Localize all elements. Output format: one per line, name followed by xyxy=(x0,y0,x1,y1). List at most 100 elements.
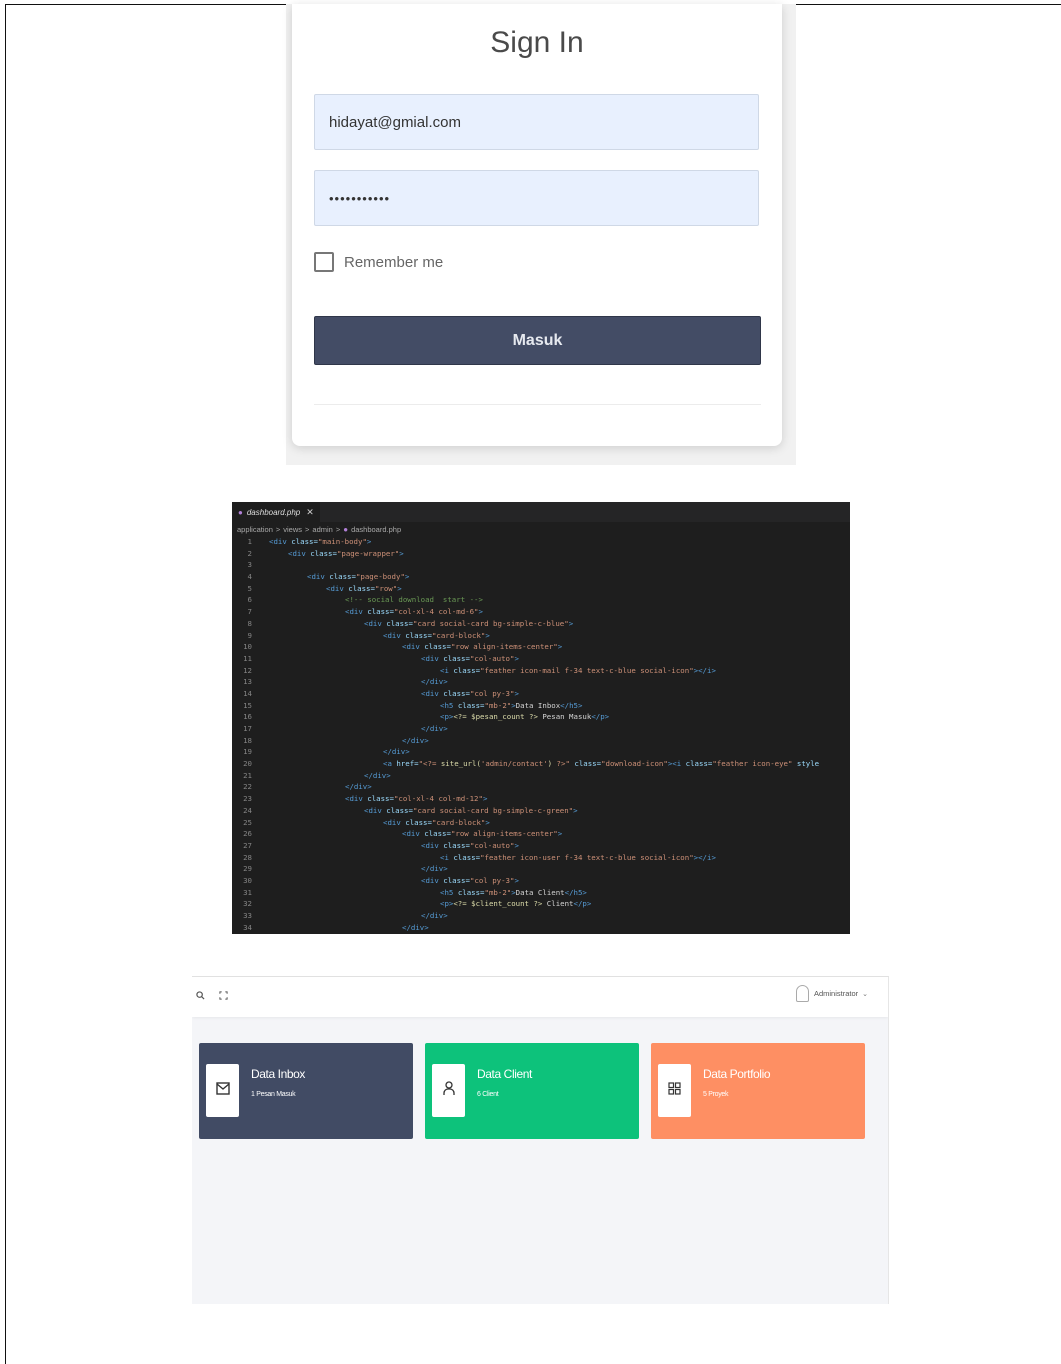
breadcrumb-item[interactable]: application xyxy=(237,525,273,534)
code-token: > xyxy=(514,840,519,850)
password-field[interactable]: ••••••••••• xyxy=(314,170,759,226)
code-line: 4 <div class="page-body"> xyxy=(232,571,850,583)
code-line: 27 <div class="col-auto"> xyxy=(232,840,850,852)
avatar xyxy=(795,985,809,1002)
code-text: </div> xyxy=(269,910,448,922)
code-line: 8 <div class="card social-card bg-simple-… xyxy=(232,618,850,630)
line-number: 13 xyxy=(243,677,252,687)
code-token: > xyxy=(485,630,490,640)
code-text: <p><?= $pesan_count ?> Pesan Masuk</p> xyxy=(269,711,609,723)
line-number: 32 xyxy=(243,899,252,909)
code-text: <h5 class="mb-2">Data Inbox</h5> xyxy=(269,700,582,712)
code-line: 31 <h5 class="mb-2">Data Client</h5> xyxy=(232,887,850,899)
breadcrumb-item[interactable]: dashboard.php xyxy=(351,525,401,534)
code-token: ><i xyxy=(667,759,686,769)
search-icon[interactable] xyxy=(196,991,205,1003)
code-token: > xyxy=(482,794,488,804)
code-text: </div> xyxy=(269,746,410,758)
card-title: Data Portfolio xyxy=(703,1067,771,1081)
code-line: 1 <div class="main-body"> xyxy=(232,536,850,548)
code-text: <div class="col-xl-4 col-md-6"> xyxy=(269,606,483,618)
card-title: Data Client xyxy=(477,1067,532,1081)
card-subtitle: 1 Pesan Masuk xyxy=(251,1091,296,1098)
close-icon[interactable]: ✕ xyxy=(306,507,314,518)
code-token: </div> xyxy=(421,864,448,874)
code-token: "card-block" xyxy=(431,817,486,827)
code-token: <div xyxy=(269,537,292,546)
code-token: > xyxy=(557,642,563,652)
breadcrumb-item[interactable]: admin xyxy=(312,525,332,534)
code-line: 33 </div> xyxy=(232,910,850,922)
code-token: "col-auto" xyxy=(469,653,515,663)
code-token: "row" xyxy=(374,583,398,593)
card-data-inbox[interactable]: Data Inbox 1 Pesan Masuk xyxy=(199,1043,413,1139)
code-token: <div xyxy=(421,875,444,885)
code-area[interactable]: 1 <div class="main-body"> 2 <div class="pag… xyxy=(232,536,850,933)
code-token: class= xyxy=(329,572,356,582)
code-token: "row align-items-center" xyxy=(450,642,558,652)
code-token: style xyxy=(792,759,820,769)
dashboard-header: Administrator ⌄ xyxy=(192,977,888,1017)
code-text: <div class="col py-3"> xyxy=(269,688,519,700)
grid-icon xyxy=(668,1081,681,1100)
line-number: 24 xyxy=(243,805,252,815)
line-number: 5 xyxy=(247,583,252,593)
code-token: <div xyxy=(402,829,425,839)
code-text: <div class="card-block"> xyxy=(269,817,490,829)
code-token: href= xyxy=(396,759,419,769)
line-number: 25 xyxy=(243,817,252,827)
code-token: <i xyxy=(440,852,454,862)
code-token: "card social-card bg-simple-c-green" xyxy=(412,805,574,815)
code-token: <p> xyxy=(440,712,454,722)
email-field[interactable]: hidayat@gmial.com xyxy=(314,94,759,150)
breadcrumb-item[interactable]: views xyxy=(283,525,302,534)
masuk-button[interactable]: Masuk xyxy=(314,316,761,365)
line-number: 6 xyxy=(247,595,252,605)
code-token: "col py-3" xyxy=(469,688,515,698)
signin-title: Sign In xyxy=(490,26,584,59)
code-token: Client xyxy=(542,899,574,909)
code-token: "feather icon-eye" xyxy=(712,759,793,769)
card-data-client[interactable]: Data Client 6 Client xyxy=(425,1043,639,1139)
code-line: 14 <div class="col py-3"> xyxy=(232,688,850,700)
code-token: <div xyxy=(364,805,387,815)
line-number: 31 xyxy=(243,887,252,897)
code-line: 16 <p><?= $pesan_count ?> Pesan Masuk</p> xyxy=(232,711,850,723)
user-menu[interactable]: Administrator ⌄ xyxy=(795,985,868,1002)
user-icon xyxy=(442,1080,455,1101)
breadcrumb: application > views > admin > ● dashboar… xyxy=(232,522,850,536)
code-token: <div xyxy=(345,794,368,804)
code-token: <div xyxy=(402,642,425,652)
line-number: 34 xyxy=(243,922,252,932)
code-token: class= xyxy=(457,887,485,897)
line-number: 11 xyxy=(243,653,252,663)
code-token: class= xyxy=(405,630,432,640)
code-text: </div> xyxy=(269,735,429,747)
code-line: 9 <div class="card-block"> xyxy=(232,630,850,642)
line-number: 21 xyxy=(243,770,252,780)
fullscreen-icon[interactable] xyxy=(219,991,228,1003)
dashboard-screenshot: Administrator ⌄ Data Inbox 1 Pesan Masuk… xyxy=(192,976,889,1304)
code-line: 28 <i class="feather icon-user f-34 text-… xyxy=(232,852,850,864)
code-token: "page-wrapper" xyxy=(336,548,400,558)
code-token: </div> xyxy=(402,735,429,745)
code-token: <div xyxy=(421,653,444,663)
line-number: 12 xyxy=(243,665,252,675)
code-text: <div class="col-auto"> xyxy=(269,653,519,665)
line-number: 33 xyxy=(243,911,252,920)
code-token: class= xyxy=(443,688,470,698)
code-token: class= xyxy=(367,794,394,804)
remember-checkbox[interactable] xyxy=(314,252,334,272)
code-token: site_url( xyxy=(440,759,481,769)
code-token: <a xyxy=(383,759,397,769)
user-name: Administrator xyxy=(813,989,859,998)
code-token: class= xyxy=(569,759,602,769)
code-line: 18 </div> xyxy=(232,735,850,747)
card-data-portfolio[interactable]: Data Portfolio 5 Proyek xyxy=(651,1043,865,1139)
code-token: > xyxy=(514,875,519,885)
code-token: "feather icon-mail f-34 text-c-blue soci… xyxy=(480,665,694,675)
code-token: class= xyxy=(386,805,413,815)
code-token: ?>" xyxy=(552,759,570,769)
editor-tab[interactable]: ● dashboard.php ✕ xyxy=(232,502,320,522)
line-number: 16 xyxy=(243,712,252,722)
